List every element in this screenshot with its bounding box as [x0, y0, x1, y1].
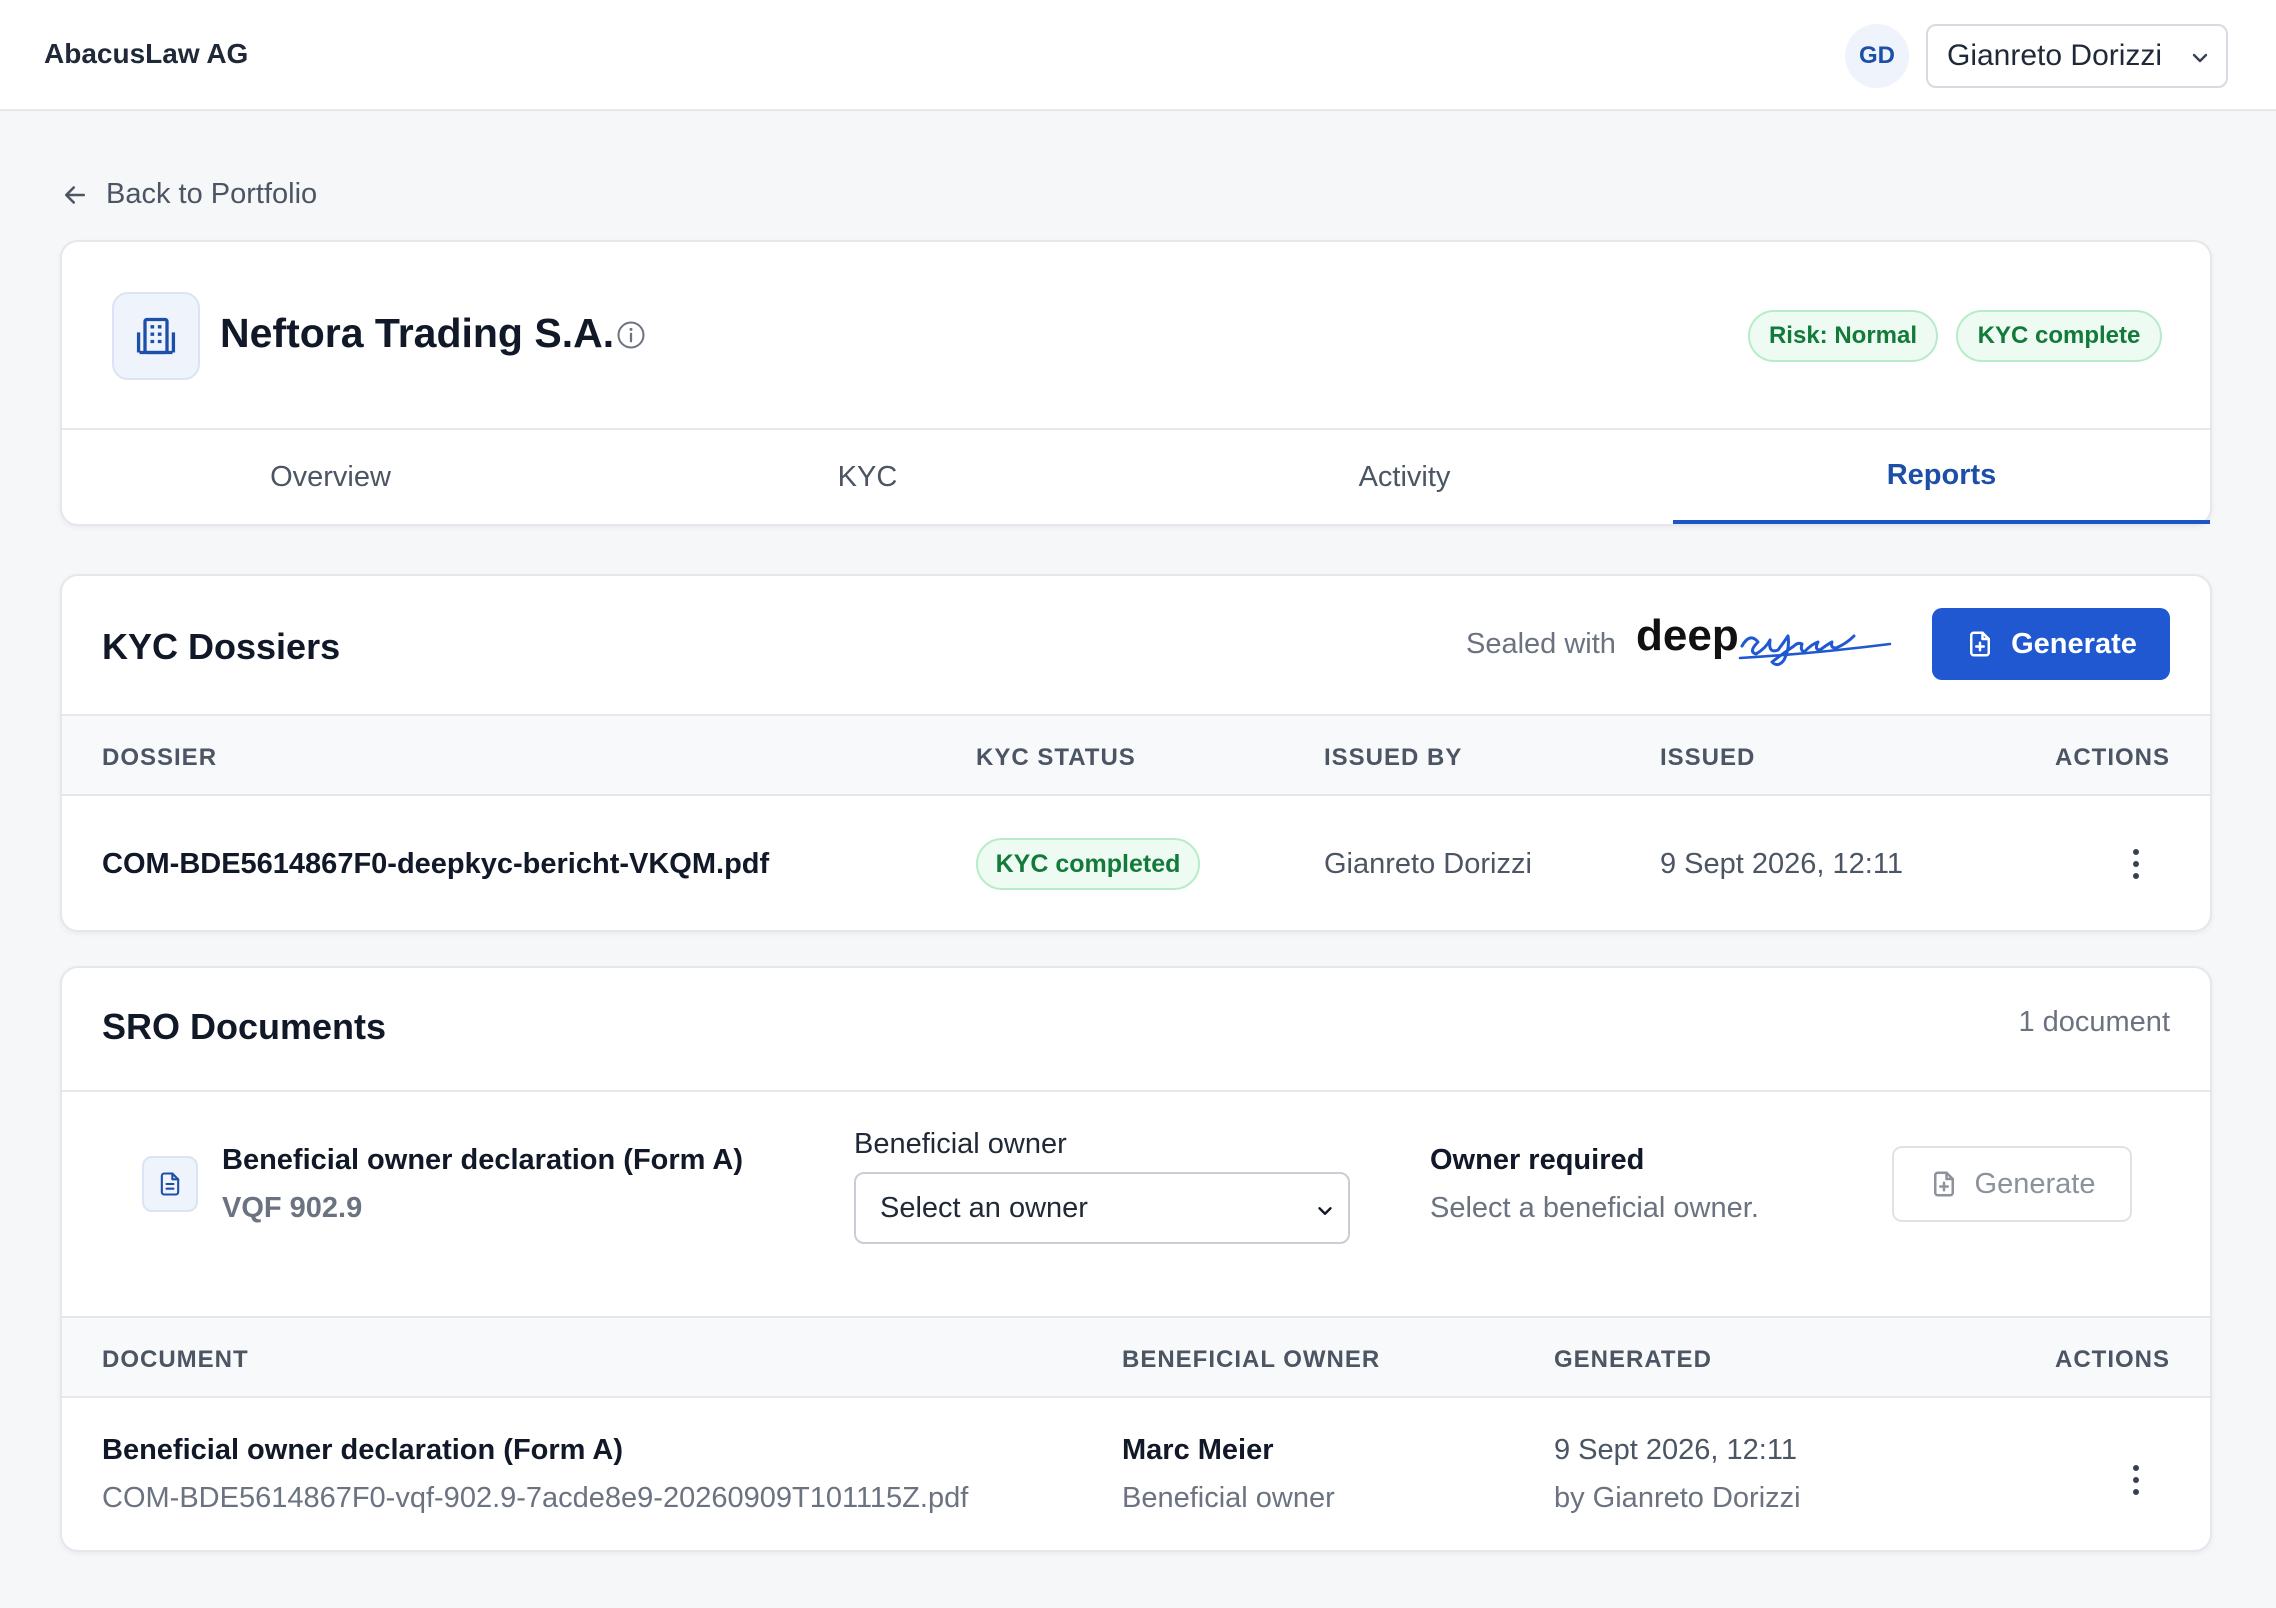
dossier-filename[interactable]: COM-BDE5614867F0-deepkyc-bericht-VKQM.pd… [102, 848, 769, 881]
beneficial-owner-select[interactable]: Select an owner [854, 1172, 1350, 1244]
template-code: VQF 902.9 [222, 1192, 363, 1224]
top-bar: AbacusLaw AG GD Gianreto Dorizzi [0, 0, 2276, 111]
template-title: Beneficial owner declaration (Form A) [222, 1144, 744, 1176]
tab-activity[interactable]: Activity [1136, 430, 1673, 524]
kyc-dossiers-title: KYC Dossiers [102, 626, 341, 667]
tab-overview[interactable]: Overview [62, 430, 599, 524]
document-filename[interactable]: COM-BDE5614867F0-vqf-902.9-7acde8e9-2026… [102, 1482, 968, 1515]
sro-documents-card: SRO Documents 1 document Beneficial owne… [60, 966, 2212, 1552]
requirement-title: Owner required [1430, 1144, 1645, 1176]
sro-table-header: DOCUMENT BENEFICIAL OWNER GENERATED ACTI… [62, 1316, 2210, 1398]
company-header-card: Neftora Trading S.A. Risk: Normal KYC co… [60, 240, 2212, 526]
risk-badge: Risk: Normal [1748, 310, 1938, 362]
column-header: BENEFICIAL OWNER [1122, 1346, 1381, 1373]
issued-date: 9 Sept 2026, 12:11 [1660, 848, 1903, 880]
tab-kyc[interactable]: KYC [599, 430, 1136, 524]
column-header: DOCUMENT [102, 1346, 249, 1373]
user-name: Gianreto Dorizzi [1947, 39, 2163, 72]
divider [62, 1090, 2210, 1092]
kyc-dossiers-card: KYC Dossiers Sealed with deep Generate D… [60, 574, 2212, 932]
user-menu-select[interactable]: Gianreto Dorizzi [1926, 24, 2228, 88]
building-icon [112, 292, 200, 380]
generated-by: by Gianreto Dorizzi [1554, 1482, 1801, 1514]
tab-bar: Overview KYC Activity Reports [62, 428, 2210, 524]
column-header: DOSSIER [102, 744, 218, 771]
column-header: ACTIONS [2055, 1346, 2170, 1373]
kyc-status-badge: KYC complete [1956, 310, 2162, 362]
generated-date: 9 Sept 2026, 12:11 [1554, 1434, 1797, 1466]
deepsign-logo: deep [1636, 611, 1892, 667]
file-plus-icon [1970, 631, 1991, 657]
file-plus-icon [1933, 1171, 1954, 1197]
generate-label: Generate [2011, 627, 2137, 660]
chevron-down-icon [1318, 1207, 1332, 1215]
requirement-hint: Select a beneficial owner. [1430, 1192, 1759, 1224]
company-name: Neftora Trading S.A. [220, 310, 615, 356]
chevron-down-icon [2192, 53, 2208, 63]
svg-text:deep: deep [1636, 611, 1739, 660]
status-badge: KYC completed [976, 838, 1200, 890]
generate-dossier-button[interactable]: Generate [1932, 608, 2170, 680]
generate-sro-button[interactable]: Generate [1892, 1146, 2132, 1222]
owner-select-value: Select an owner [880, 1191, 1088, 1224]
document-title: Beneficial owner declaration (Form A) [102, 1434, 624, 1466]
tab-reports[interactable]: Reports [1673, 430, 2210, 524]
info-icon[interactable] [616, 320, 646, 350]
column-header: KYC STATUS [976, 744, 1136, 771]
sealed-with-label: Sealed with [1466, 628, 1616, 660]
back-link-label: Back to Portfolio [106, 178, 318, 210]
more-actions-icon[interactable] [2126, 844, 2146, 884]
more-actions-icon[interactable] [2126, 1460, 2146, 1500]
column-header: ISSUED [1660, 744, 1756, 771]
column-header: GENERATED [1554, 1346, 1712, 1373]
document-icon [142, 1156, 198, 1212]
document-count: 1 document [2018, 1006, 2170, 1038]
avatar[interactable]: GD [1845, 24, 1909, 88]
owner-role: Beneficial owner [1122, 1482, 1335, 1514]
sro-documents-title: SRO Documents [102, 1006, 387, 1047]
back-to-portfolio-link[interactable]: Back to Portfolio [60, 178, 317, 211]
dossier-table-header: DOSSIER KYC STATUS ISSUED BY ISSUED ACTI… [62, 714, 2210, 796]
app-name: AbacusLaw AG [44, 38, 249, 69]
issued-by: Gianreto Dorizzi [1324, 848, 1532, 880]
column-header: ISSUED BY [1324, 744, 1463, 771]
generate-label: Generate [1974, 1167, 2096, 1200]
column-header: ACTIONS [2055, 744, 2170, 771]
owner-name: Marc Meier [1122, 1434, 1274, 1466]
arrow-left-icon [65, 185, 85, 204]
beneficial-owner-label: Beneficial owner [854, 1128, 1067, 1160]
